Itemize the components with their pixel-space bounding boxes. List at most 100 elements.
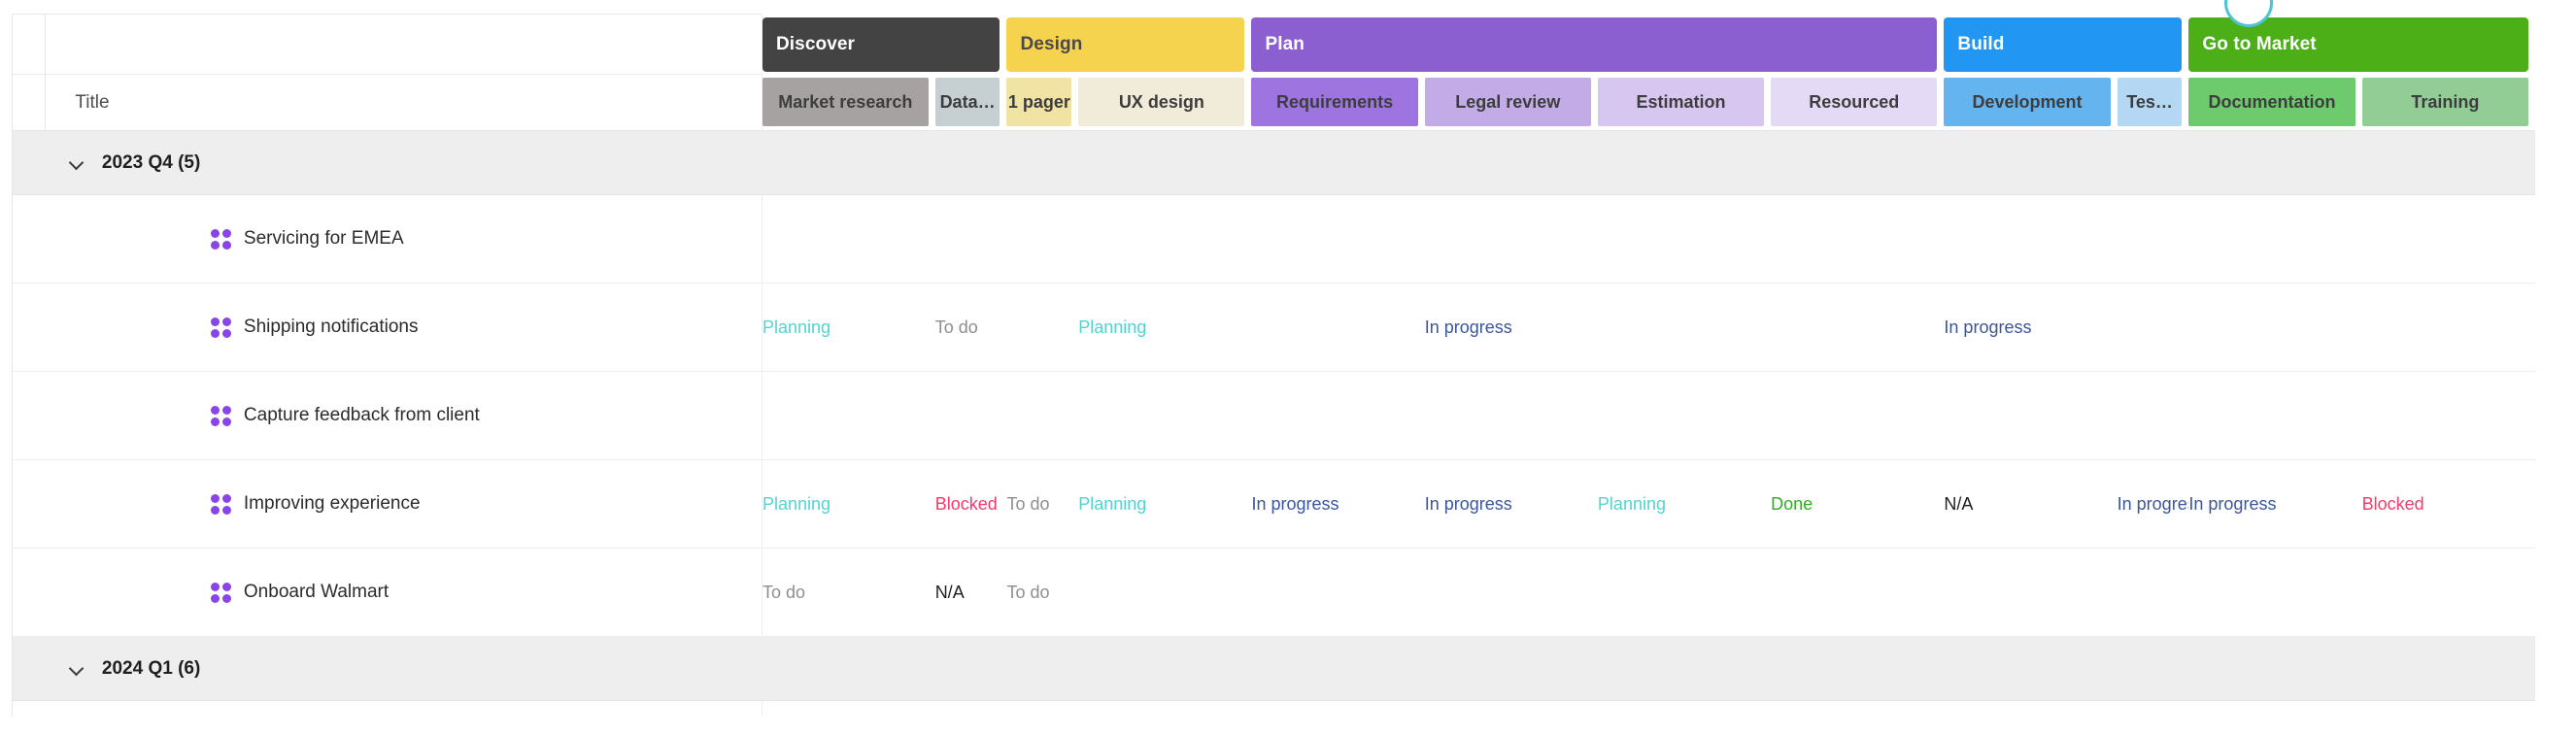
status-cell[interactable] [2361, 194, 2535, 284]
status-cell[interactable] [2188, 548, 2362, 637]
status-cell[interactable] [1597, 283, 1772, 372]
status-cell[interactable] [2361, 283, 2535, 372]
group-empty-cell[interactable] [1944, 636, 2118, 701]
group-empty-cell[interactable] [1771, 636, 1945, 701]
status-cell[interactable] [1006, 371, 1079, 460]
column-header-cell[interactable]: Data… [934, 74, 1007, 131]
table-row[interactable]: Shipping notifications Planning To do Plann… [11, 283, 2535, 372]
column-header-cell[interactable]: Requirements [1251, 74, 1425, 131]
chevron-down-icon[interactable] [69, 155, 85, 171]
status-cell[interactable] [2188, 194, 2362, 284]
group-row[interactable]: 2023 Q4 (5) [11, 130, 2535, 195]
status-cell[interactable] [2361, 548, 2535, 637]
column-header-cell[interactable]: Training [2361, 74, 2535, 131]
status-cell[interactable] [2361, 371, 2535, 460]
status-cell[interactable]: Blocked [2361, 459, 2535, 549]
group-empty-cell[interactable] [1078, 636, 1252, 701]
status-cell[interactable]: Planning [762, 283, 935, 372]
status-cell[interactable] [2117, 548, 2189, 637]
status-cell[interactable] [2117, 371, 2189, 460]
status-cell[interactable]: Blocked [934, 459, 1007, 549]
group-empty-cell[interactable] [762, 636, 935, 701]
status-cell[interactable] [1078, 371, 1252, 460]
column-header-cell[interactable]: Estimation [1597, 74, 1772, 131]
group-empty-cell[interactable] [1078, 130, 1252, 195]
status-cell[interactable]: N/A [1944, 459, 2118, 549]
status-cell[interactable] [1771, 283, 1945, 372]
status-cell[interactable] [1597, 194, 1772, 284]
status-cell[interactable]: In progress [2188, 459, 2362, 549]
table-row[interactable]: Servicing for EMEA [11, 194, 2535, 284]
status-cell[interactable]: In progress [1251, 459, 1425, 549]
status-cell[interactable] [2117, 283, 2189, 372]
row-title-cell[interactable]: Servicing for EMEA [45, 194, 727, 284]
column-header-cell[interactable]: Tes… [2117, 74, 2189, 131]
status-cell[interactable] [1944, 194, 2118, 284]
row-title-cell[interactable]: Onboard Walmart [45, 548, 727, 637]
row-title-cell[interactable]: Shipping notifications [45, 283, 727, 372]
status-cell[interactable] [934, 371, 1007, 460]
group-title-cell[interactable]: 2023 Q4 (5) [45, 130, 727, 195]
group-empty-cell[interactable] [2361, 636, 2535, 701]
status-cell[interactable]: Planning [1078, 459, 1252, 549]
table-row[interactable]: Improving experience Planning Blocked To do… [11, 459, 2535, 549]
phase-header-discover[interactable]: Discover [762, 14, 1007, 75]
status-cell[interactable]: To do [762, 548, 935, 637]
status-cell[interactable]: Planning [1078, 283, 1252, 372]
status-cell[interactable] [1597, 371, 1772, 460]
column-header-cell[interactable]: Resourced [1771, 74, 1945, 131]
status-cell[interactable] [762, 194, 935, 284]
status-cell[interactable]: N/A [934, 548, 1007, 637]
status-cell[interactable] [1771, 548, 1945, 637]
status-cell[interactable] [1251, 283, 1425, 372]
status-cell[interactable] [762, 371, 935, 460]
status-cell[interactable] [1944, 371, 2118, 460]
status-cell[interactable] [2188, 283, 2362, 372]
group-empty-cell[interactable] [1424, 130, 1598, 195]
status-cell[interactable]: Planning [1597, 459, 1772, 549]
status-cell[interactable] [1078, 548, 1252, 637]
group-empty-cell[interactable] [2361, 130, 2535, 195]
group-empty-cell[interactable] [2117, 636, 2189, 701]
group-empty-cell[interactable] [2188, 130, 2362, 195]
column-header-cell[interactable]: Documentation [2188, 74, 2362, 131]
status-cell[interactable]: To do [1006, 459, 1079, 549]
group-empty-cell[interactable] [762, 130, 935, 195]
column-header-cell[interactable]: Development [1944, 74, 2118, 131]
group-empty-cell[interactable] [2117, 130, 2189, 195]
group-title-cell[interactable]: 2024 Q1 (6) [45, 636, 727, 701]
status-cell[interactable] [1251, 548, 1425, 637]
group-empty-cell[interactable] [1251, 130, 1425, 195]
column-header-cell[interactable]: UX design [1078, 74, 1252, 131]
status-cell[interactable] [1597, 548, 1772, 637]
status-cell[interactable] [1771, 371, 1945, 460]
column-header-title[interactable]: Title [45, 74, 727, 131]
status-cell[interactable]: In progress [2117, 459, 2189, 549]
status-cell[interactable] [1251, 194, 1425, 284]
group-empty-cell[interactable] [1771, 130, 1945, 195]
chevron-down-icon[interactable] [69, 661, 85, 677]
status-cell[interactable] [1771, 194, 1945, 284]
status-cell[interactable] [2117, 194, 2189, 284]
status-cell[interactable]: Done [1771, 459, 1945, 549]
status-cell[interactable] [1251, 371, 1425, 460]
group-empty-cell[interactable] [1944, 130, 2118, 195]
status-cell[interactable]: In progress [1424, 459, 1598, 549]
group-empty-cell[interactable] [1251, 636, 1425, 701]
group-empty-cell[interactable] [1006, 636, 1079, 701]
phase-header-plan[interactable]: Plan [1251, 14, 1945, 75]
column-header-cell[interactable]: Legal review [1424, 74, 1598, 131]
table-row[interactable]: Onboard Walmart To do N/A To do [11, 548, 2535, 637]
group-empty-cell[interactable] [1597, 130, 1772, 195]
status-cell[interactable] [1006, 283, 1079, 372]
column-header-cell[interactable]: 1 pager [1006, 74, 1079, 131]
table-row[interactable]: Capture feedback from client [11, 371, 2535, 460]
status-cell[interactable] [2188, 371, 2362, 460]
group-empty-cell[interactable] [1006, 130, 1079, 195]
phase-header-design[interactable]: Design [1006, 14, 1252, 75]
status-cell[interactable]: In progress [1944, 283, 2118, 372]
group-empty-cell[interactable] [934, 130, 1007, 195]
row-title-cell[interactable]: Capture feedback from client [45, 371, 727, 460]
group-empty-cell[interactable] [1424, 636, 1598, 701]
status-cell[interactable] [1944, 548, 2118, 637]
